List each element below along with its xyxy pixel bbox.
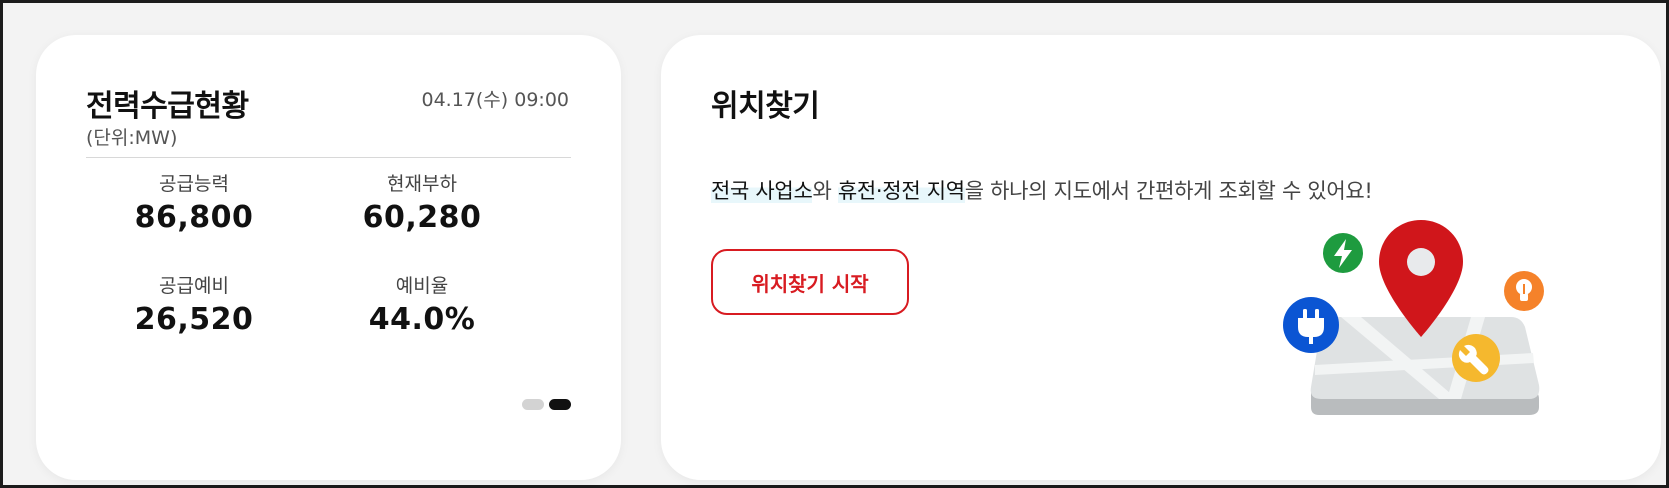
stat-value: 26,520 [134,302,254,337]
window-frame: 전력수급현황 (단위:MW) 04.17(수) 09:00 공급능력 86,80… [0,0,1669,488]
power-supply-title: 전력수급현황 [86,89,249,124]
slide-pagination [522,399,571,410]
location-finder-start-button[interactable]: 위치찾기 시작 [711,249,909,315]
power-supply-card: 전력수급현황 (단위:MW) 04.17(수) 09:00 공급능력 86,80… [36,35,621,480]
stat-label: 공급능력 [159,173,229,195]
highlight-offices: 전국 사업소 [711,179,813,203]
pagination-dot-2-active[interactable] [549,399,571,410]
plug-icon [1283,297,1339,353]
stat-value: 44.0% [368,302,476,337]
stat-value: 86,800 [134,200,254,235]
location-finder-card: 위치찾기 전국 사업소와 휴전·정전 지역을 하나의 지도에서 간편하게 조회할… [661,35,1661,480]
stat-current-load: 현재부하 60,280 [302,169,542,235]
stat-supply-reserve: 공급예비 26,520 [74,271,314,337]
stat-reserve-rate: 예비율 44.0% [302,271,542,337]
lightning-icon [1323,233,1363,273]
stat-label: 현재부하 [387,173,457,195]
stat-value: 60,280 [362,200,482,235]
highlight-outage-areas: 휴전·정전 지역 [837,179,965,203]
map-illustration [1283,220,1544,415]
location-finder-title: 위치찾기 [711,89,820,124]
wrench-icon [1452,334,1500,382]
pagination-dot-1[interactable] [522,399,544,410]
bulb-icon [1504,271,1544,311]
stat-label: 공급예비 [159,275,229,297]
divider [86,157,571,158]
datetime-label: 04.17(수) 09:00 [421,89,570,111]
stat-label: 예비율 [395,275,449,297]
stat-supply-capacity: 공급능력 86,800 [74,169,314,235]
unit-label: (단위:MW) [86,127,178,149]
desc-text: 와 [812,179,838,203]
